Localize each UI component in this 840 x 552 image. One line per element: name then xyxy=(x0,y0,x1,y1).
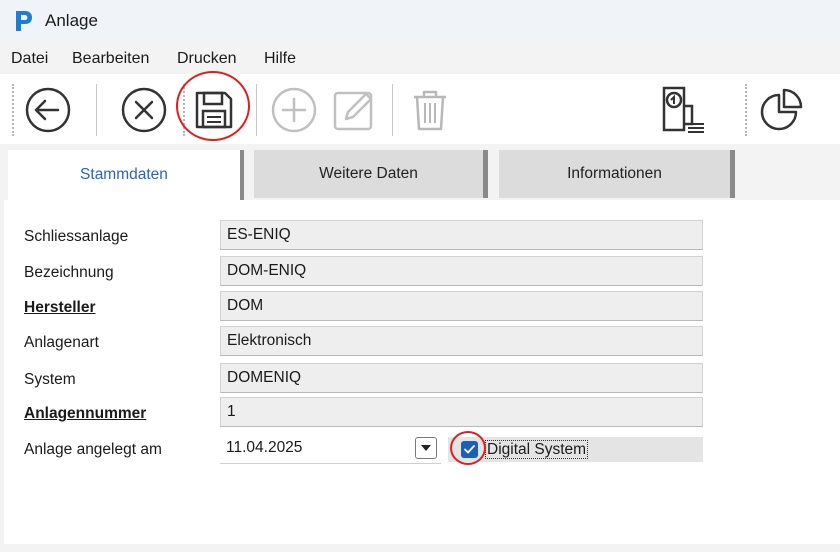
label-anlage-angelegt-am: Anlage angelegt am xyxy=(24,441,162,458)
pie-chart-icon xyxy=(760,88,803,131)
title-bar: Anlage xyxy=(0,0,840,42)
cancel-button[interactable] xyxy=(116,82,172,138)
menu-bar: Datei Bearbeiten Drucken Hilfe xyxy=(0,44,840,74)
label-anlagennummer[interactable]: Anlagennummer xyxy=(24,405,146,423)
digital-system-checkbox[interactable] xyxy=(461,441,478,458)
label-system: System xyxy=(24,371,76,388)
checkmark-icon xyxy=(464,445,475,454)
tab-weitere-daten[interactable]: Weitere Daten xyxy=(254,150,488,198)
menu-datei[interactable]: Datei xyxy=(11,50,48,68)
date-picker[interactable]: 11.04.2025 xyxy=(220,432,441,464)
add-icon xyxy=(271,87,317,133)
tab-strip: Stammdaten Weitere Daten Informationen xyxy=(0,144,840,200)
label-anlagenart: Anlagenart xyxy=(24,334,99,351)
add-button[interactable] xyxy=(266,82,322,138)
date-dropdown-button[interactable] xyxy=(415,437,437,459)
cylinder-lock-button[interactable] xyxy=(654,82,710,138)
toolbar-separator xyxy=(183,84,185,136)
toolbar xyxy=(0,71,840,144)
hersteller-field[interactable]: DOM xyxy=(220,291,703,321)
toolbar-separator xyxy=(256,84,257,136)
menu-drucken[interactable]: Drucken xyxy=(177,50,237,68)
window-title: Anlage xyxy=(45,11,98,30)
toolbar-separator xyxy=(96,84,97,136)
toolbar-separator xyxy=(12,84,14,136)
back-button[interactable] xyxy=(20,82,76,138)
menu-bearbeiten[interactable]: Bearbeiten xyxy=(72,50,149,68)
cancel-icon xyxy=(121,87,167,133)
delete-icon xyxy=(414,90,446,131)
chevron-down-icon xyxy=(421,445,431,451)
save-icon xyxy=(195,91,233,129)
toolbar-separator xyxy=(745,84,747,136)
anlagenart-field[interactable]: Elektronisch xyxy=(220,326,703,356)
bezeichnung-field[interactable]: DOM-ENIQ xyxy=(220,256,703,286)
edit-icon xyxy=(333,91,373,131)
system-field[interactable]: DOMENIQ xyxy=(220,363,703,393)
toolbar-separator xyxy=(392,84,393,136)
anlagennummer-field[interactable]: 1 xyxy=(220,397,703,427)
edit-button[interactable] xyxy=(326,82,382,138)
digital-system-label[interactable]: Digital System xyxy=(485,440,589,459)
schliessanlage-field[interactable]: ES-ENIQ xyxy=(220,220,703,250)
delete-button[interactable] xyxy=(402,82,458,138)
tab-stammdaten[interactable]: Stammdaten xyxy=(8,150,244,200)
menu-hilfe[interactable]: Hilfe xyxy=(264,50,296,68)
back-icon xyxy=(25,87,71,133)
label-bezeichnung: Bezeichnung xyxy=(24,264,114,281)
statistics-button[interactable] xyxy=(754,82,810,138)
label-schliessanlage: Schliessanlage xyxy=(24,228,129,245)
digital-system-area: Digital System xyxy=(448,437,703,462)
save-button[interactable] xyxy=(186,82,242,138)
label-hersteller[interactable]: Hersteller xyxy=(24,299,96,317)
tab-informationen[interactable]: Informationen xyxy=(499,150,735,198)
date-value: 11.04.2025 xyxy=(226,438,303,456)
cylinder-lock-icon xyxy=(662,86,704,133)
app-logo-icon xyxy=(16,11,32,31)
